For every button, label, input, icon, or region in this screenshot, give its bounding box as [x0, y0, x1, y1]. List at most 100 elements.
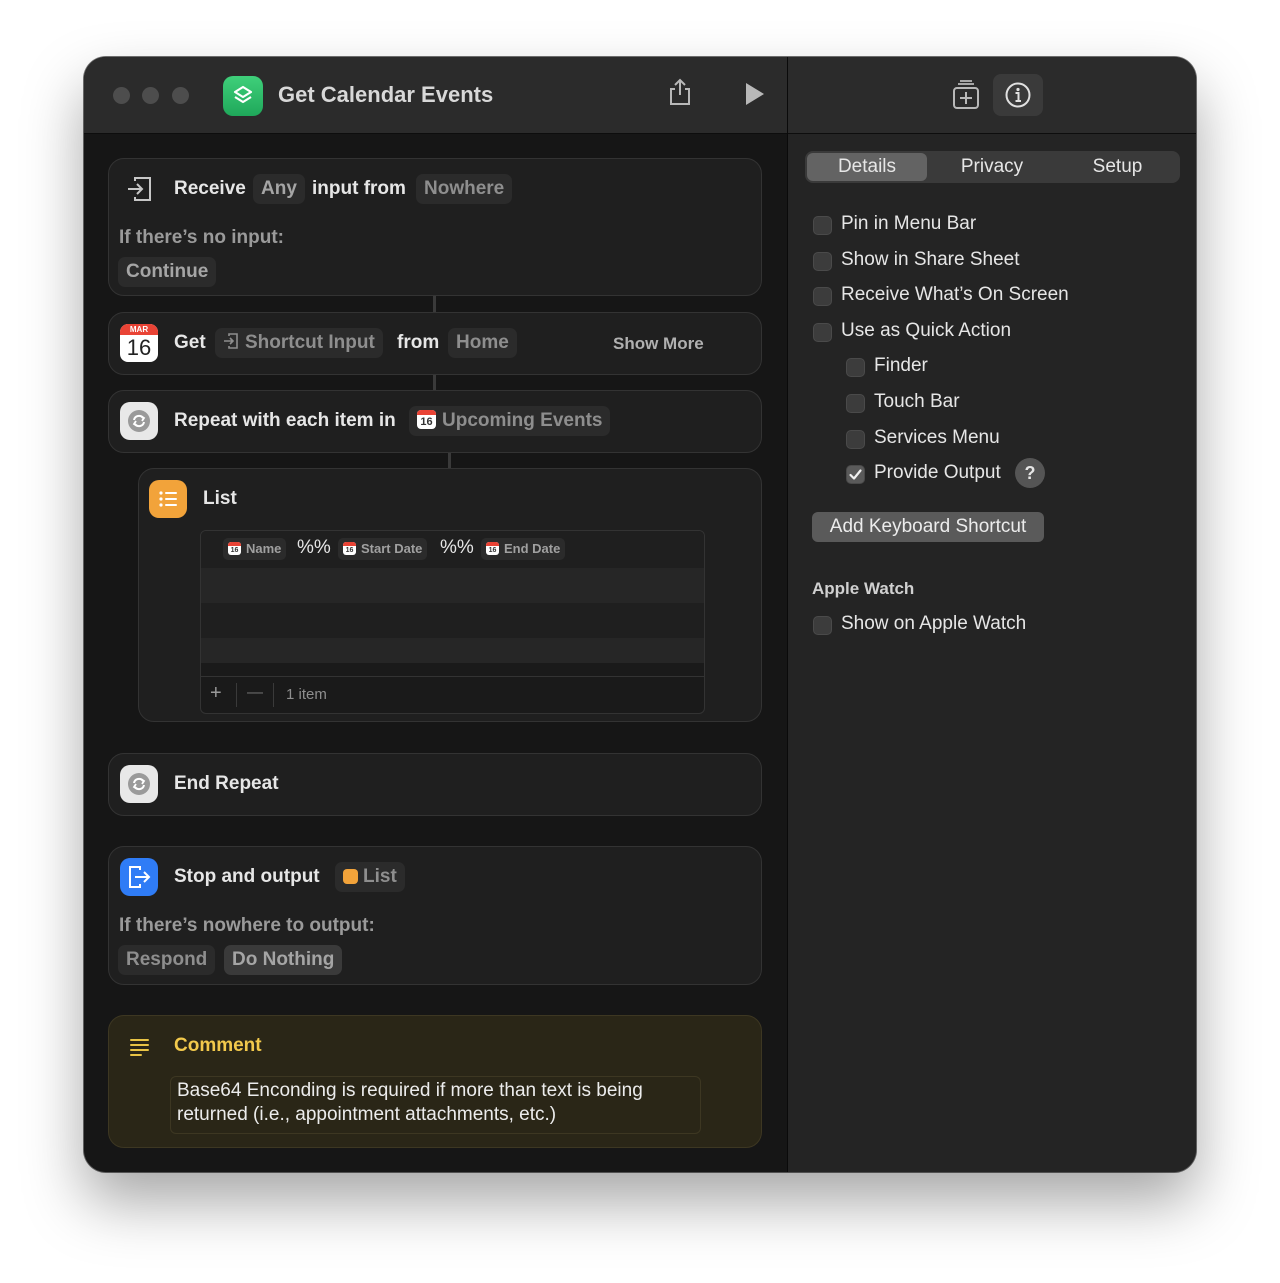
input-type-token[interactable]: Any	[253, 174, 305, 204]
list-item-row[interactable]: 16 Name %% 16 Start Date %% 16 End Date	[201, 531, 704, 568]
respond-option[interactable]: Respond	[118, 945, 216, 975]
get-label: Get	[174, 332, 206, 353]
shortcut-app-icon[interactable]	[223, 76, 263, 116]
list-empty-row	[201, 638, 704, 663]
end-repeat-action-card[interactable]: End Repeat	[108, 753, 762, 816]
option-label: Receive What’s On Screen	[841, 284, 1069, 305]
end-date-variable-label: End Date	[504, 541, 561, 556]
option-label: Finder	[874, 355, 928, 376]
list-icon	[343, 869, 358, 884]
calendar-month: MAR	[120, 324, 158, 335]
checkmark-icon	[849, 469, 862, 480]
separator-text: %%	[297, 537, 331, 558]
apple-watch-heading: Apple Watch	[812, 579, 915, 598]
end-date-variable-token[interactable]: 16 End Date	[481, 538, 566, 560]
shortcut-input-icon	[223, 330, 239, 360]
flow-connector	[433, 375, 436, 390]
upcoming-events-label: Upcoming Events	[442, 410, 603, 431]
inspector-toolbar	[788, 57, 1196, 134]
repeat-icon	[120, 402, 158, 440]
option-checkbox[interactable]	[846, 394, 865, 413]
list-label: List	[203, 488, 237, 509]
no-input-option[interactable]: Continue	[118, 257, 217, 287]
option-label: Show in Share Sheet	[841, 249, 1020, 270]
list-editor[interactable]: 16 Name %% 16 Start Date %% 16 End Date +	[200, 530, 705, 714]
option-checkbox[interactable]	[813, 323, 832, 342]
get-events-action-card[interactable]: MAR 16 Get Shortcut Input from Home Show…	[108, 312, 762, 375]
option-checkbox[interactable]	[813, 252, 832, 271]
flow-connector	[433, 296, 436, 312]
share-icon[interactable]	[667, 77, 693, 112]
comment-card[interactable]: Comment Base64 Enconding is required if …	[108, 1015, 762, 1148]
name-variable-token[interactable]: 16 Name	[223, 538, 287, 560]
output-list-label: List	[363, 866, 397, 887]
show-on-apple-watch-label: Show on Apple Watch	[841, 613, 1027, 634]
do-nothing-option[interactable]: Do Nothing	[224, 945, 343, 975]
calendar-icon: 16	[486, 542, 499, 555]
shortcut-input-label: Shortcut Input	[245, 332, 375, 353]
list-icon	[149, 480, 187, 518]
no-input-label: If there’s no input:	[119, 227, 285, 248]
calendar-source-token[interactable]: Home	[448, 328, 517, 358]
comment-text-field[interactable]: Base64 Enconding is required if more tha…	[170, 1076, 701, 1134]
end-repeat-label: End Repeat	[174, 773, 279, 794]
stop-output-label: Stop and output	[174, 866, 320, 887]
remove-item-button[interactable]: —	[247, 684, 263, 702]
run-play-icon[interactable]	[743, 81, 767, 112]
start-date-variable-label: Start Date	[361, 541, 423, 556]
option-label: Pin in Menu Bar	[841, 213, 977, 234]
tab-details[interactable]: Details	[807, 153, 927, 181]
footer-divider	[236, 683, 237, 707]
option-label: Provide Output	[874, 462, 1001, 483]
close-window-button[interactable]	[113, 87, 130, 104]
show-on-apple-watch-checkbox[interactable]	[813, 616, 832, 635]
list-footer: + — 1 item	[201, 676, 704, 713]
list-action-card[interactable]: List 16 Name %% 16 Start Date %% 16 End Dat…	[138, 468, 762, 722]
action-library-icon[interactable]	[951, 79, 981, 116]
name-variable-label: Name	[246, 541, 282, 556]
minimize-window-button[interactable]	[142, 87, 159, 104]
start-date-variable-token[interactable]: 16 Start Date	[338, 538, 428, 560]
window-title[interactable]: Get Calendar Events	[278, 82, 493, 108]
inspector-pane: Details Privacy Setup Pin in Menu Bar Sho…	[787, 57, 1196, 1172]
option-checkbox[interactable]	[846, 465, 865, 484]
option-checkbox[interactable]	[846, 358, 865, 377]
tab-privacy[interactable]: Privacy	[929, 153, 1055, 181]
stop-output-icon	[120, 858, 158, 896]
inspector-tabs: Details Privacy Setup	[805, 151, 1180, 183]
tab-setup[interactable]: Setup	[1057, 153, 1178, 181]
from-label: from	[397, 332, 440, 353]
calendar-icon: 16	[417, 410, 436, 429]
zoom-window-button[interactable]	[172, 87, 189, 104]
receive-action-card[interactable]: Receive Any input from Nowhere If there’…	[108, 158, 762, 296]
repeat-icon	[120, 765, 158, 803]
receive-label: Receive	[174, 178, 246, 199]
editor-pane: Get Calendar Events Receive Any input fr…	[84, 57, 787, 1172]
add-item-button[interactable]: +	[210, 682, 222, 705]
calendar-icon: MAR 16	[120, 324, 158, 362]
list-empty-row	[201, 603, 704, 638]
show-more-button[interactable]: Show More	[613, 334, 704, 354]
option-checkbox[interactable]	[813, 216, 832, 235]
input-source-token[interactable]: Nowhere	[416, 174, 513, 204]
repeat-label: Repeat with each item in	[174, 410, 396, 431]
comment-icon	[129, 1037, 151, 1062]
info-icon[interactable]	[993, 74, 1043, 116]
stop-output-action-card[interactable]: Stop and output List If there’s nowhere …	[108, 846, 762, 985]
calendar-icon: 16	[228, 542, 241, 555]
title-bar: Get Calendar Events	[84, 57, 787, 134]
add-keyboard-shortcut-button[interactable]: Add Keyboard Shortcut	[812, 512, 1044, 542]
flow-connector	[448, 453, 451, 468]
help-button[interactable]: ?	[1015, 458, 1045, 488]
item-count: 1 item	[286, 686, 327, 703]
shortcut-input-token[interactable]: Shortcut Input	[215, 328, 383, 358]
calendar-icon: 16	[343, 542, 356, 555]
option-label: Touch Bar	[874, 391, 960, 412]
calendar-day: 16	[126, 335, 152, 360]
option-checkbox[interactable]	[813, 287, 832, 306]
option-checkbox[interactable]	[846, 430, 865, 449]
upcoming-events-token[interactable]: 16 Upcoming Events	[409, 406, 611, 436]
repeat-action-card[interactable]: Repeat with each item in 16 Upcoming Even…	[108, 390, 762, 453]
output-list-token[interactable]: List	[335, 862, 405, 892]
option-label: Services Menu	[874, 427, 1000, 448]
